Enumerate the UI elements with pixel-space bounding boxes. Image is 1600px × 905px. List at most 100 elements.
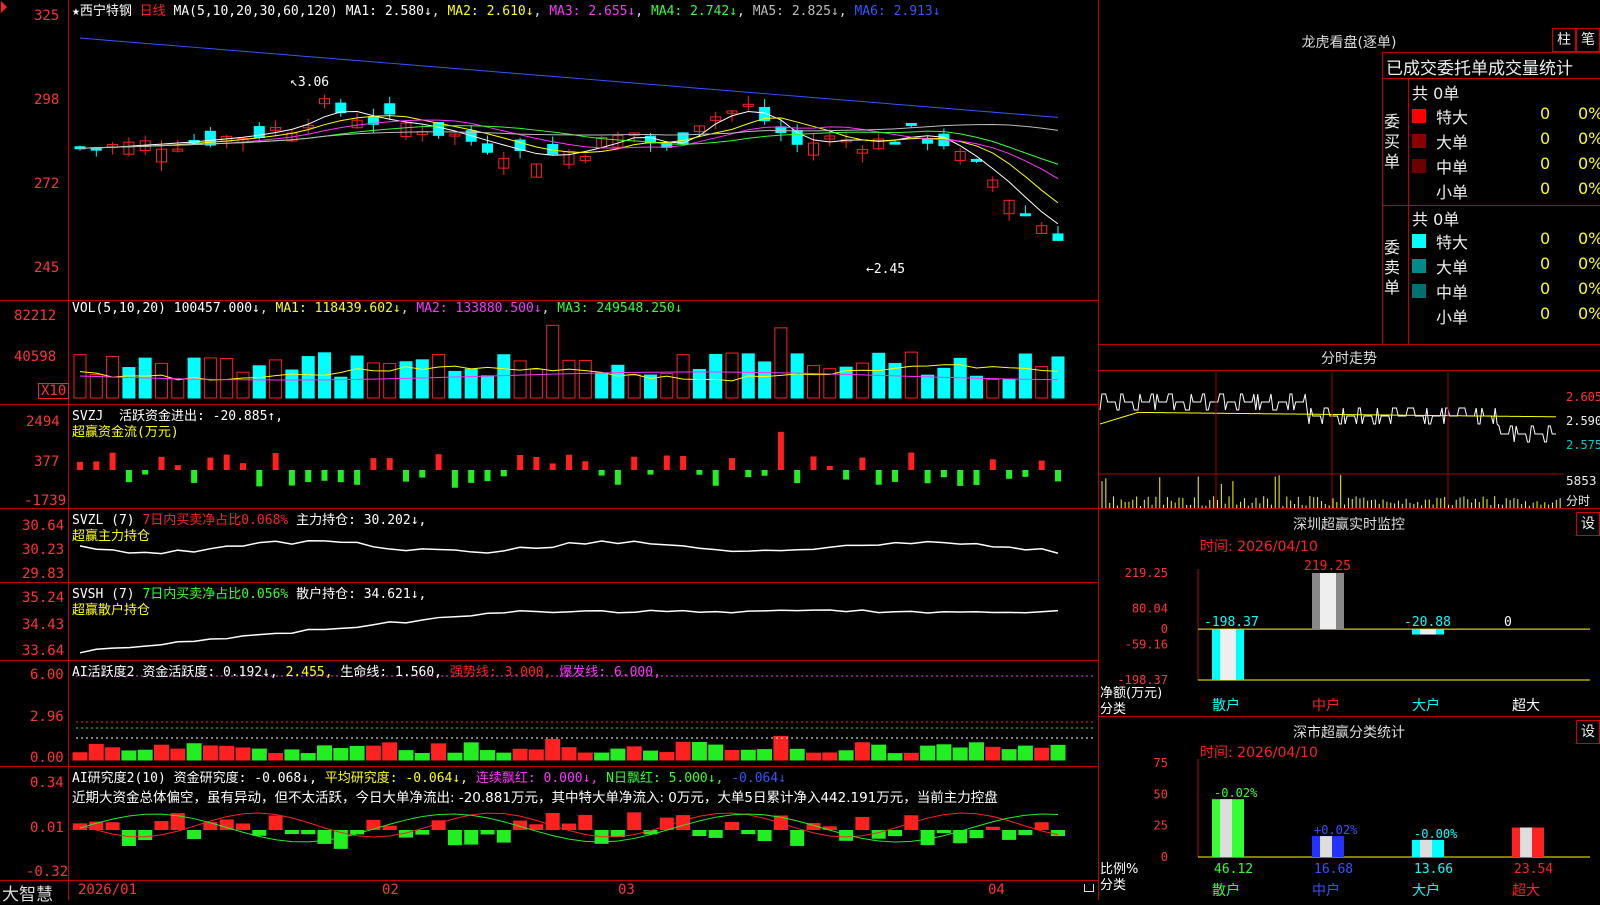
svzj-bar bbox=[566, 454, 572, 470]
candle-body bbox=[482, 143, 493, 153]
research-bar bbox=[725, 821, 739, 830]
svzj-bar bbox=[908, 452, 915, 470]
research-bar bbox=[513, 820, 528, 830]
research-bar bbox=[708, 830, 723, 838]
ai-research-header: AI研究度2(10) 资金研究度: -0.068↓, 平均研究度: -0.064… bbox=[72, 771, 787, 786]
vol-ma3: MA3: 249548.250↓ bbox=[557, 301, 683, 316]
svzj-bar bbox=[1006, 470, 1013, 479]
volume-bar bbox=[285, 369, 299, 399]
lock-icon[interactable] bbox=[1084, 884, 1094, 892]
volume-bar bbox=[676, 354, 690, 399]
svzj-bar bbox=[517, 454, 524, 470]
volume-bar bbox=[106, 355, 120, 399]
svzj-bar bbox=[207, 457, 214, 470]
monitor-category: 散户 bbox=[1212, 697, 1240, 714]
volume-bar bbox=[513, 360, 527, 399]
svzj-bar bbox=[777, 431, 784, 470]
svzj-bar bbox=[892, 470, 898, 482]
vol-header: VOL(5,10,20) 100457.000↓, MA1: 118439.60… bbox=[72, 301, 683, 316]
svsh-subtitle: 超赢散户持仓 bbox=[72, 603, 151, 618]
monitor-value-label: 0 bbox=[1504, 615, 1512, 630]
tab-tick-mode[interactable]: 笔 bbox=[1576, 28, 1600, 52]
svzj-bar bbox=[370, 458, 377, 470]
classify-bar-highlight bbox=[1320, 836, 1332, 857]
svzj-bar bbox=[859, 457, 866, 470]
ai-active-bar bbox=[512, 748, 528, 761]
svzj-bar bbox=[794, 470, 801, 484]
volume-bar bbox=[790, 353, 804, 399]
ai-active-bar bbox=[724, 749, 740, 761]
order-type: 小单 bbox=[1436, 183, 1469, 202]
sz-classify-time: 时间: 2026/04/10 bbox=[1200, 745, 1318, 761]
vol-tick: 40598 bbox=[14, 349, 57, 365]
ai-active-bar bbox=[854, 742, 870, 761]
order-row: 小单 0 0% bbox=[1410, 304, 1600, 328]
ai-active-bar bbox=[414, 752, 430, 761]
research-bar bbox=[480, 830, 495, 835]
date-tick: 02 bbox=[382, 882, 399, 898]
candlestick-chart[interactable] bbox=[0, 0, 1098, 300]
volume-bar bbox=[578, 359, 592, 399]
ai-research-tick: -0.32 bbox=[26, 864, 69, 880]
dragon-top-line bbox=[1382, 52, 1600, 53]
volume-bar bbox=[1002, 378, 1016, 399]
ai-active-bar bbox=[496, 752, 512, 761]
intraday-vol-unit: 分时 bbox=[1566, 494, 1591, 508]
research-avg-line bbox=[79, 813, 1059, 843]
monitor-tick: -59.16 bbox=[1125, 637, 1168, 651]
research-bar bbox=[659, 817, 674, 830]
research-bar bbox=[936, 830, 951, 834]
ai-active-bar bbox=[626, 746, 642, 761]
vol-ma2: MA2: 133880.500↓ bbox=[416, 301, 542, 316]
svzj-bar bbox=[500, 470, 507, 477]
research-bar bbox=[888, 830, 902, 837]
vol-ma1: MA1: 118439.602↓ bbox=[275, 301, 401, 316]
sell-total: 共 0单 bbox=[1412, 210, 1460, 229]
classify-bar-highlight bbox=[1220, 799, 1232, 857]
order-pct: 0% bbox=[1578, 304, 1600, 323]
classify-value-label: 23.54 bbox=[1514, 862, 1553, 877]
order-count: 0 bbox=[1540, 154, 1551, 173]
ai-active-bar bbox=[170, 748, 186, 761]
order-pct: 0% bbox=[1578, 279, 1600, 298]
research-bar bbox=[317, 830, 332, 844]
research-bar bbox=[643, 830, 658, 835]
candle-body bbox=[335, 102, 347, 114]
classify-delta-label: -0.02% bbox=[1214, 786, 1258, 800]
order-count: 0 bbox=[1540, 129, 1551, 148]
volume-bar bbox=[986, 379, 1000, 399]
sz-classify-title: 深市超赢分类统计 bbox=[1293, 725, 1405, 741]
research-bar bbox=[773, 815, 788, 830]
ai-active-bar bbox=[985, 746, 1001, 761]
volume-bar bbox=[888, 362, 902, 399]
research-bar bbox=[350, 830, 365, 835]
svzj-bar bbox=[174, 465, 181, 470]
svzj-bar bbox=[729, 458, 735, 470]
tab-bar-mode[interactable]: 柱 bbox=[1552, 28, 1576, 52]
monitor-category: 中户 bbox=[1312, 697, 1340, 714]
ai-active-tick: 2.96 bbox=[30, 709, 64, 725]
volume-bar bbox=[855, 362, 869, 399]
ai-active-tick: 6.00 bbox=[30, 667, 64, 683]
ai-active-bar bbox=[72, 752, 88, 761]
research-bar bbox=[73, 823, 87, 830]
monitor-tick: 80.04 bbox=[1132, 602, 1168, 616]
order-row: 中单 0 0% bbox=[1410, 154, 1600, 178]
research-bar bbox=[757, 830, 772, 842]
research-bar bbox=[545, 813, 560, 830]
classify-bar bbox=[1212, 799, 1244, 857]
sz-monitor-settings[interactable]: 设 bbox=[1576, 512, 1600, 536]
sz-classify-settings[interactable]: 设 bbox=[1576, 720, 1600, 744]
research-bar bbox=[578, 814, 593, 830]
order-count: 0 bbox=[1540, 104, 1551, 123]
svzj-bar bbox=[875, 470, 882, 485]
classify-bar bbox=[1412, 839, 1444, 857]
volume-bar bbox=[155, 362, 168, 399]
candle-body bbox=[775, 126, 787, 134]
svzj-bar bbox=[1055, 470, 1061, 482]
research-bar bbox=[529, 824, 544, 830]
intraday-price-line bbox=[1099, 393, 1556, 443]
order-type: 大单 bbox=[1436, 133, 1469, 152]
volume-bar bbox=[774, 327, 788, 399]
research-bar bbox=[562, 823, 576, 830]
